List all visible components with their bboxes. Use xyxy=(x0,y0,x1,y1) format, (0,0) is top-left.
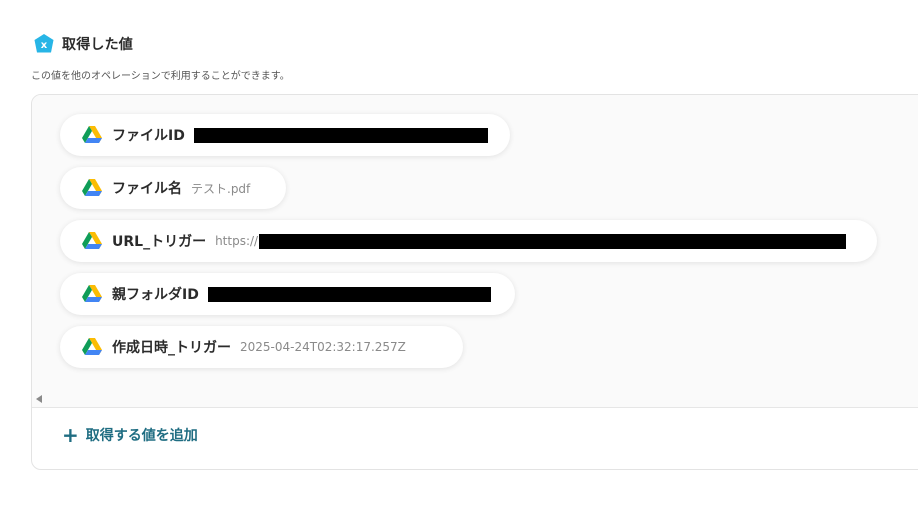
add-value-button[interactable]: + 取得する値を追加 xyxy=(62,425,198,445)
value-chip-value: https:// xyxy=(215,234,259,248)
google-drive-icon xyxy=(82,285,102,302)
value-chip-label: ファイル名 xyxy=(112,181,182,197)
value-chip-url-trigger[interactable]: URL_トリガー https:// xyxy=(60,220,877,262)
google-drive-icon xyxy=(82,126,102,143)
value-chip-file-id[interactable]: ファイルID xyxy=(60,114,510,156)
scroll-left-arrow-icon[interactable] xyxy=(36,395,42,403)
google-drive-icon xyxy=(82,232,102,249)
redacted-value xyxy=(259,233,847,249)
value-chip-label: ファイルID xyxy=(112,128,185,144)
variable-icon: x xyxy=(34,34,54,53)
section-header: x 取得した値 xyxy=(33,33,133,55)
value-chip-value: テスト.pdf xyxy=(191,181,251,196)
value-chip-label: URL_トリガー xyxy=(112,234,207,250)
redacted-value xyxy=(207,286,491,302)
section-description: この値を他のオペレーションで利用することができます。 xyxy=(31,71,290,82)
add-value-label: 取得する値を追加 xyxy=(85,428,198,444)
divider xyxy=(32,407,918,408)
svg-text:x: x xyxy=(41,40,48,51)
section-title: 取得した値 xyxy=(62,37,133,53)
value-chip-value: 2025-04-24T02:32:17.257Z xyxy=(240,340,406,354)
google-drive-icon xyxy=(82,338,102,355)
value-chip-created-at-trigger[interactable]: 作成日時_トリガー 2025-04-24T02:32:17.257Z xyxy=(60,326,463,368)
values-list: ファイルID ファイル名 テスト.pdf URL_トリガー https:// 親… xyxy=(32,95,918,407)
value-chip-label: 親フォルダID xyxy=(112,287,199,303)
google-drive-icon xyxy=(82,179,102,196)
value-chip-parent-folder-id[interactable]: 親フォルダID xyxy=(60,273,515,315)
values-panel: ファイルID ファイル名 テスト.pdf URL_トリガー https:// 親… xyxy=(31,94,918,470)
redacted-value xyxy=(193,127,488,143)
value-chip-label: 作成日時_トリガー xyxy=(112,340,231,356)
plus-icon: + xyxy=(62,423,79,447)
value-chip-file-name[interactable]: ファイル名 テスト.pdf xyxy=(60,167,286,209)
